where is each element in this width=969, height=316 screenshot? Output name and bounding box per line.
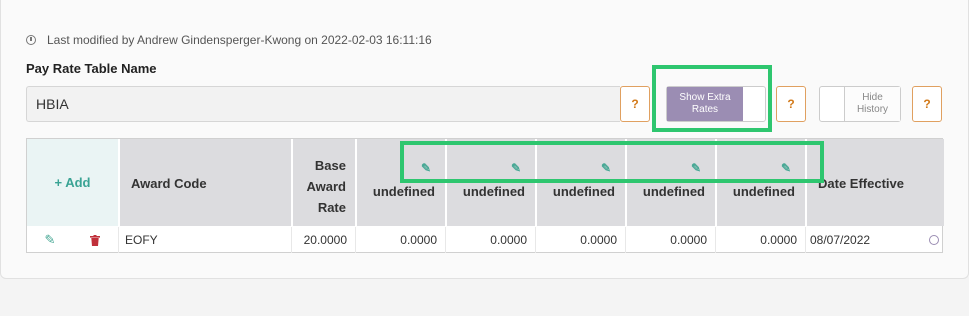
hide-history-toggle[interactable]: Hide History [819, 86, 901, 122]
hide-history-knob: Hide History [844, 87, 900, 121]
cell-extra-rate-5: 0.0000 [717, 227, 806, 253]
cell-award-code: EOFY [120, 227, 292, 253]
cell-base-rate: 20.0000 [293, 227, 356, 253]
trash-icon[interactable] [90, 234, 101, 246]
cell-extra-rate-3: 0.0000 [537, 227, 626, 253]
header-extra-rate-5: ✎ undefined [717, 139, 806, 226]
header-extra-rate-2: ✎ undefined [447, 139, 536, 226]
edit-pencil-icon[interactable]: ✎ [691, 162, 703, 174]
show-extra-rates-knob: Show Extra Rates [667, 87, 743, 121]
cell-extra-rate-2: 0.0000 [447, 227, 536, 253]
edit-pencil-icon[interactable]: ✎ [781, 162, 793, 174]
pay-rate-card: Last modified by Andrew Gindensperger-Kw… [0, 0, 969, 279]
edit-pencil-icon[interactable]: ✎ [421, 162, 433, 174]
cell-date-effective: 08/07/2022 [807, 227, 943, 253]
add-rate-button[interactable]: + Add [27, 139, 119, 226]
pay-rate-table-name-input[interactable] [26, 86, 620, 122]
header-award-code: Award Code [120, 139, 292, 226]
last-modified: Last modified by Andrew Gindensperger-Kw… [26, 33, 432, 47]
history-help-button[interactable]: ? [912, 86, 942, 122]
last-modified-text: Last modified by Andrew Gindensperger-Kw… [47, 33, 432, 47]
header-base-award-rate: Base Award Rate [293, 139, 356, 226]
edit-pencil-icon[interactable]: ✎ [601, 162, 613, 174]
name-help-button[interactable]: ? [620, 86, 650, 122]
pay-rate-table: + Add Award Code Base Award Rate ✎ undefin… [26, 138, 944, 253]
extra-rates-help-button[interactable]: ? [776, 86, 806, 122]
edit-pencil-icon[interactable]: ✎ [511, 162, 523, 174]
cell-extra-rate-4: 0.0000 [627, 227, 716, 253]
cell-extra-rate-1: 0.0000 [357, 227, 446, 253]
history-clock-icon[interactable] [929, 235, 939, 245]
date-effective-value: 08/07/2022 [810, 233, 871, 247]
row-actions: ✎ [27, 227, 119, 253]
edit-pencil-icon[interactable]: ✎ [45, 232, 56, 248]
header-extra-rate-4: ✎ undefined [627, 139, 716, 226]
header-extra-rate-1: ✎ undefined [357, 139, 446, 226]
show-extra-rates-toggle[interactable]: Show Extra Rates [666, 86, 766, 122]
pay-rate-table-name-label: Pay Rate Table Name [26, 61, 157, 76]
header-date-effective: Date Effective [807, 139, 944, 226]
header-extra-rate-3: ✎ undefined [537, 139, 626, 226]
clock-icon [26, 35, 36, 45]
